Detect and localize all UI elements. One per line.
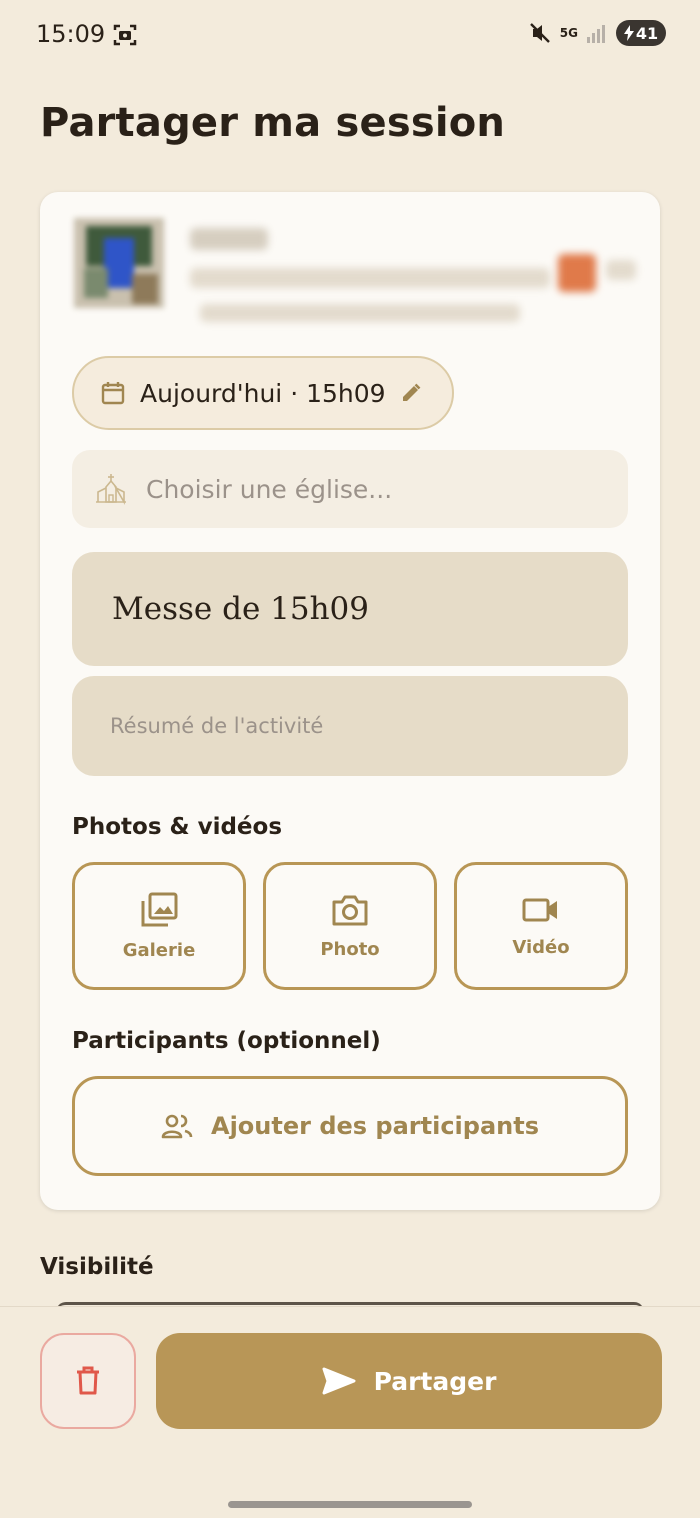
add-participants-label: Ajouter des participants <box>211 1112 539 1140</box>
camera-icon <box>332 895 368 925</box>
gallery-label: Galerie <box>122 939 196 961</box>
session-card: Aujourd'hui · 15h09 Choisir une église..… <box>40 192 660 1210</box>
bottom-action-bar: Partager <box>0 1306 700 1518</box>
network-label: 5G <box>559 26 578 40</box>
video-button[interactable]: Vidéo <box>454 862 628 990</box>
page-title: Partager ma session <box>40 100 506 146</box>
status-bar: 15:09 5G 41 <box>0 0 700 72</box>
screenshot-icon <box>113 24 137 46</box>
date-time-chip[interactable]: Aujourd'hui · 15h09 <box>72 356 454 430</box>
signal-icon <box>587 25 605 43</box>
gallery-icon <box>141 892 178 926</box>
date-time-label: Aujourd'hui · 15h09 <box>140 378 386 408</box>
status-time: 15:09 <box>36 20 106 48</box>
profile-info <box>186 224 646 334</box>
avatar <box>74 218 164 308</box>
photo-label: Photo <box>320 938 380 960</box>
people-icon <box>161 1114 193 1139</box>
visibility-section-label: Visibilité <box>40 1254 154 1280</box>
session-title-field[interactable]: Messe de 15h09 <box>72 552 628 666</box>
delete-button[interactable] <box>40 1333 136 1429</box>
photo-button[interactable]: Photo <box>263 862 437 990</box>
summary-field[interactable]: Résumé de l'activité <box>72 676 628 776</box>
battery-indicator: 41 <box>616 20 666 46</box>
pencil-icon <box>402 383 420 401</box>
video-label: Vidéo <box>512 936 570 958</box>
church-icon <box>96 474 126 506</box>
calendar-icon <box>101 382 125 405</box>
battery-level: 41 <box>635 23 659 43</box>
share-label: Partager <box>373 1366 497 1396</box>
church-picker[interactable]: Choisir une église... <box>72 450 628 528</box>
status-indicators: 5G 41 <box>528 20 666 46</box>
share-button[interactable]: Partager <box>156 1333 662 1429</box>
battery-charging-icon <box>623 25 634 41</box>
add-participants-button[interactable]: Ajouter des participants <box>72 1076 628 1176</box>
home-indicator[interactable] <box>228 1501 472 1508</box>
media-section-label: Photos & vidéos <box>72 814 283 840</box>
video-camera-icon <box>522 898 557 921</box>
summary-placeholder: Résumé de l'activité <box>110 714 324 738</box>
participants-section-label: Participants (optionnel) <box>72 1028 381 1054</box>
mute-icon <box>529 23 550 43</box>
trash-icon <box>77 1366 99 1395</box>
send-icon <box>322 1367 356 1395</box>
church-placeholder: Choisir une église... <box>146 474 393 504</box>
session-title-value: Messe de 15h09 <box>112 591 370 627</box>
gallery-button[interactable]: Galerie <box>72 862 246 990</box>
